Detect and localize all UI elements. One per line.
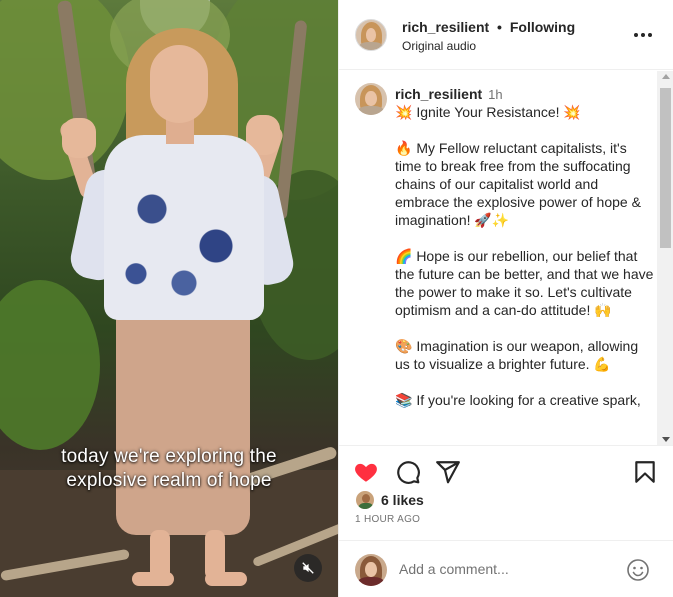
share-paper-plane-icon[interactable]	[435, 459, 461, 485]
caption-text: 💥 Ignite Your Resistance! 💥 🔥 My Fellow …	[395, 103, 655, 427]
video-caption-line-2: explosive realm of hope	[66, 470, 272, 491]
liker-avatar	[355, 490, 375, 510]
post-timestamp: 1 HOUR AGO	[355, 514, 421, 525]
reel-video[interactable]: today we're exploring the explosive real…	[0, 0, 338, 597]
comment-icon[interactable]	[395, 459, 421, 485]
speaker-figure	[0, 0, 338, 597]
more-dot-icon	[648, 33, 652, 37]
post-time: 1h	[488, 87, 503, 102]
caption-paragraph: 🔥 My Fellow reluctant capitalists, it's …	[395, 140, 641, 228]
caption-paragraph: 📚 If you're looking for a creative spark…	[395, 392, 641, 408]
heart-icon[interactable]	[353, 459, 379, 485]
original-audio-link[interactable]: Original audio	[402, 39, 476, 53]
scroll-down-arrow-icon[interactable]	[662, 437, 670, 442]
caption-paragraph: 🎨 Imagination is our weapon, allowing us…	[395, 338, 639, 372]
comment-input[interactable]	[399, 559, 619, 579]
more-dot-icon	[634, 33, 638, 37]
speaker-muted-icon	[302, 562, 314, 574]
caption-scroll-area[interactable]: rich_resilient 1h 💥 Ignite Your Resistanc…	[339, 71, 673, 445]
author-avatar[interactable]	[355, 19, 387, 51]
bookmark-icon[interactable]	[632, 459, 658, 485]
video-caption-line-1: today we're exploring the	[61, 446, 277, 467]
header-user-line: rich_resilient • Following	[402, 19, 575, 35]
separator-dot: •	[497, 19, 502, 35]
scrollbar-thumb[interactable]	[660, 88, 671, 248]
likes-row[interactable]: 6 likes	[355, 490, 424, 510]
comment-bar	[339, 540, 673, 597]
mute-button[interactable]	[294, 554, 322, 582]
current-user-avatar	[355, 554, 387, 586]
emoji-icon[interactable]	[626, 558, 650, 582]
author-username-link[interactable]: rich_resilient	[402, 19, 489, 35]
scrollbar[interactable]	[657, 71, 673, 445]
more-dot-icon	[641, 33, 645, 37]
caption-paragraph: 💥 Ignite Your Resistance! 💥	[395, 104, 581, 120]
likes-count[interactable]: 6 likes	[381, 492, 424, 508]
following-button[interactable]: Following	[510, 19, 575, 35]
caption-username-line: rich_resilient 1h	[395, 86, 503, 102]
post-header: rich_resilient • Following Original audi…	[339, 0, 673, 70]
more-options-button[interactable]	[631, 27, 655, 43]
post-side-panel: rich_resilient • Following Original audi…	[338, 0, 673, 597]
scroll-up-arrow-icon[interactable]	[662, 74, 670, 79]
caption-username-link[interactable]: rich_resilient	[395, 86, 482, 102]
caption-paragraph: 🌈 Hope is our rebellion, our belief that…	[395, 248, 654, 318]
caption-author-avatar[interactable]	[355, 83, 387, 115]
